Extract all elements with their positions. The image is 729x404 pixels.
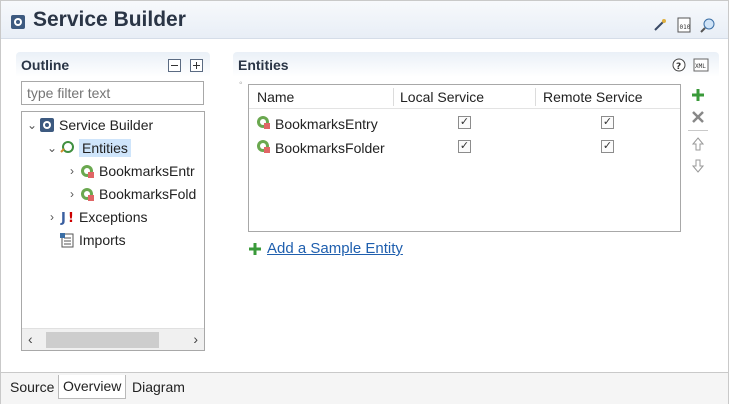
entities-table[interactable]: Name Local Service Remote Service Bookma… bbox=[248, 84, 681, 232]
tree-item-label: Exceptions bbox=[79, 209, 148, 225]
entity-name-cell: BookmarksEntry bbox=[255, 114, 378, 133]
column-header-name[interactable]: Name bbox=[257, 89, 294, 105]
header-toolbar: 010 bbox=[652, 17, 716, 33]
tree-item-bookmarks-folder[interactable]: › BookmarksFold bbox=[66, 183, 196, 205]
entities-section: Entities ? XML ◦ Name Local Service Remo… bbox=[233, 52, 719, 352]
add-sample-entity-link[interactable]: Add a Sample Entity bbox=[267, 240, 403, 257]
svg-text:010: 010 bbox=[680, 24, 691, 31]
table-row[interactable]: BookmarksEntry ✓ ✓ bbox=[249, 112, 680, 134]
entity-name: BookmarksEntry bbox=[275, 115, 378, 132]
add-entity-button[interactable] bbox=[688, 84, 708, 106]
plus-icon bbox=[249, 242, 261, 255]
table-side-toolbar bbox=[688, 84, 708, 177]
column-header-remote-service[interactable]: Remote Service bbox=[543, 89, 643, 105]
imports-icon bbox=[58, 232, 76, 248]
tree-item-exceptions[interactable]: › J! Exceptions bbox=[46, 206, 147, 228]
remote-service-checkbox[interactable]: ✓ bbox=[601, 116, 614, 129]
local-service-checkbox[interactable]: ✓ bbox=[458, 140, 471, 153]
column-separator bbox=[535, 88, 536, 106]
horizontal-scrollbar[interactable]: ‹ › bbox=[22, 328, 204, 350]
tab-diagram[interactable]: Diagram bbox=[127, 375, 190, 399]
collapse-all-icon[interactable] bbox=[166, 57, 182, 73]
tree-item-label: Service Builder bbox=[59, 117, 154, 133]
exceptions-icon: J! bbox=[58, 209, 76, 225]
chevron-right-icon[interactable]: › bbox=[66, 164, 78, 178]
expand-all-icon[interactable] bbox=[188, 57, 204, 73]
outline-title: Outline bbox=[21, 57, 70, 73]
entity-name: BookmarksFolder bbox=[275, 139, 385, 156]
outline-toolbar bbox=[166, 57, 204, 73]
entity-icon bbox=[78, 186, 96, 202]
tree-item-label: Entities bbox=[79, 139, 131, 157]
page-title: Service Builder bbox=[33, 8, 186, 31]
move-up-button[interactable] bbox=[688, 133, 708, 155]
entities-toolbar: ? XML bbox=[671, 57, 709, 73]
editor-tabs: Source Overview Diagram bbox=[1, 372, 728, 404]
outline-filter-input[interactable] bbox=[21, 81, 204, 105]
outline-header: Outline bbox=[16, 52, 210, 77]
entities-icon bbox=[58, 140, 76, 156]
tree-item-bookmarks-entry[interactable]: › BookmarksEntr bbox=[66, 160, 195, 182]
tree-item-service-builder[interactable]: ⌄ Service Builder bbox=[26, 114, 153, 136]
entity-icon bbox=[255, 138, 273, 157]
service-builder-icon bbox=[38, 117, 56, 133]
service-builder-app-icon bbox=[10, 14, 26, 30]
svg-text:?: ? bbox=[676, 62, 681, 72]
entity-name-cell: BookmarksFolder bbox=[255, 138, 385, 157]
chevron-down-icon[interactable]: ⌄ bbox=[46, 141, 58, 155]
tree-item-label: Imports bbox=[79, 232, 126, 248]
scrollbar-thumb[interactable] bbox=[46, 332, 159, 348]
chevron-down-icon[interactable]: ⌄ bbox=[26, 118, 38, 132]
service-builder-editor: Service Builder 010 Outline type filter … bbox=[0, 0, 729, 404]
tree-item-imports[interactable]: Imports bbox=[58, 229, 126, 251]
entities-title: Entities bbox=[238, 57, 289, 73]
toolbar-divider bbox=[688, 130, 708, 131]
wand-icon[interactable] bbox=[652, 17, 668, 33]
tree-item-entities[interactable]: ⌄ Entities bbox=[46, 137, 131, 159]
tree-item-label: BookmarksEntr bbox=[99, 163, 195, 179]
outline-tree[interactable]: ⌄ Service Builder ⌄ Entities › Bookmarks… bbox=[21, 111, 205, 351]
scroll-right-icon[interactable]: › bbox=[193, 331, 198, 347]
tab-overview[interactable]: Overview bbox=[58, 375, 127, 399]
binary-icon[interactable]: 010 bbox=[676, 17, 692, 33]
chevron-right-icon[interactable]: › bbox=[66, 187, 78, 201]
table-row[interactable]: BookmarksFolder ✓ ✓ bbox=[249, 136, 680, 158]
move-down-button[interactable] bbox=[688, 155, 708, 177]
svg-text:!: ! bbox=[68, 211, 74, 225]
help-icon[interactable]: ? bbox=[671, 57, 687, 73]
entity-icon bbox=[78, 163, 96, 179]
table-header: Name Local Service Remote Service bbox=[249, 85, 680, 109]
tab-source[interactable]: Source bbox=[5, 375, 59, 399]
tree-item-label: BookmarksFold bbox=[99, 186, 197, 202]
filter-indicator-icon: ◦ bbox=[239, 78, 243, 89]
editor-header: Service Builder 010 bbox=[1, 1, 728, 39]
add-sample-entity-row: Add a Sample Entity bbox=[249, 240, 403, 257]
column-separator bbox=[393, 88, 394, 106]
scroll-left-icon[interactable]: ‹ bbox=[28, 331, 33, 347]
arrow-up-icon bbox=[692, 137, 704, 151]
chevron-right-icon[interactable]: › bbox=[46, 210, 58, 224]
svg-text:J: J bbox=[60, 211, 66, 225]
xml-icon[interactable]: XML bbox=[693, 57, 709, 73]
svg-text:XML: XML bbox=[695, 63, 706, 70]
outline-section: Outline ⌄ Service Builder ⌄ bbox=[16, 52, 210, 352]
plus-icon bbox=[692, 89, 704, 101]
entities-header: Entities ? XML bbox=[233, 52, 719, 77]
remove-entity-button[interactable] bbox=[688, 106, 708, 128]
local-service-checkbox[interactable]: ✓ bbox=[458, 116, 471, 129]
remote-service-checkbox[interactable]: ✓ bbox=[601, 140, 614, 153]
column-header-local-service[interactable]: Local Service bbox=[400, 89, 484, 105]
arrow-down-icon bbox=[692, 159, 704, 173]
search-icon[interactable] bbox=[700, 17, 716, 33]
delete-icon bbox=[692, 111, 704, 123]
entity-icon bbox=[255, 114, 273, 133]
